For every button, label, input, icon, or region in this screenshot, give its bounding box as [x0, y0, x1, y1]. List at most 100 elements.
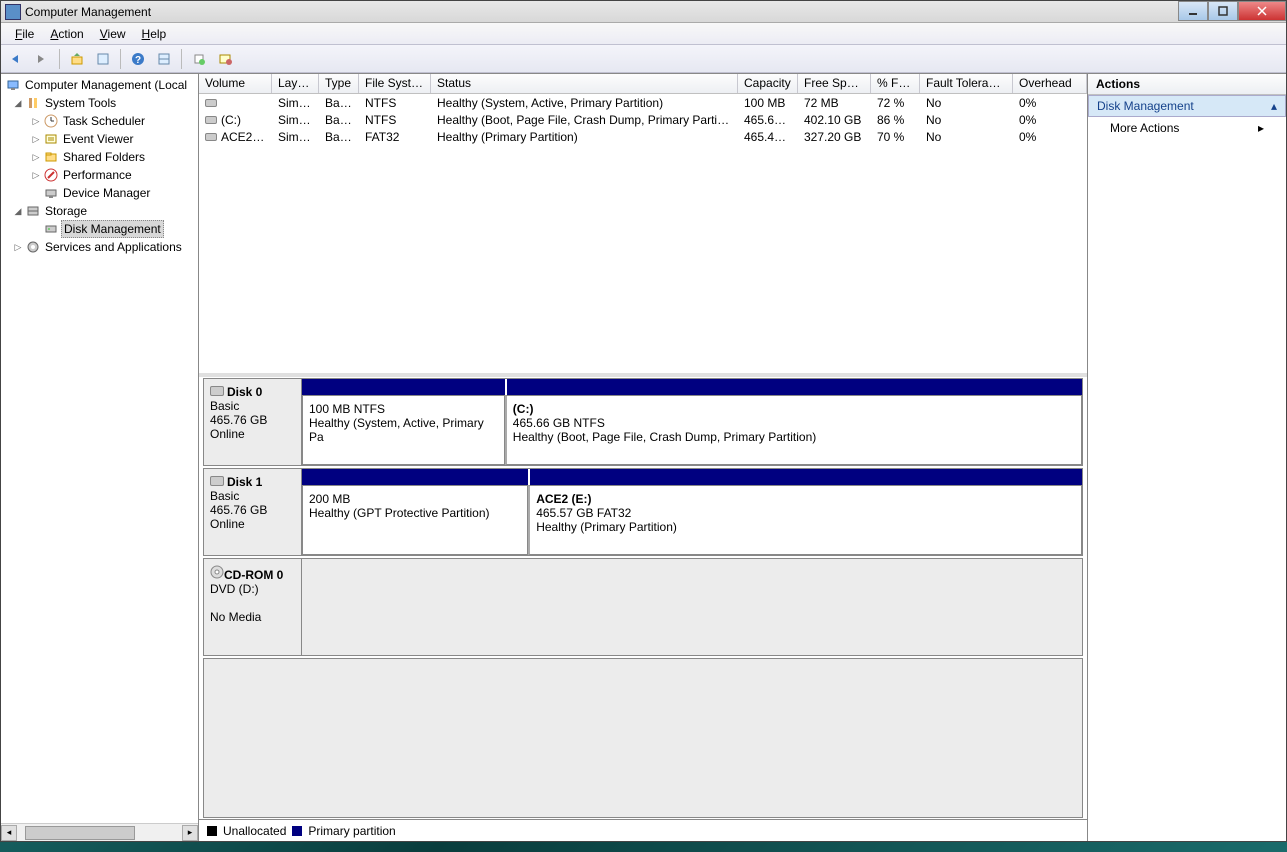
tree-label: Performance — [61, 167, 134, 183]
tree-shared-folders[interactable]: ▷ Shared Folders — [1, 148, 198, 166]
col-freespace[interactable]: Free Space — [798, 74, 871, 93]
back-button[interactable] — [5, 48, 27, 70]
col-overhead[interactable]: Overhead — [1013, 74, 1087, 93]
volume-row[interactable]: (C:) Simple Basic NTFS Healthy (Boot, Pa… — [199, 111, 1087, 128]
partition-desc: 465.57 GB FAT32 — [536, 506, 1075, 520]
tree-root[interactable]: Computer Management (Local — [1, 76, 198, 94]
disk-partitions: 200 MB Healthy (GPT Protective Partition… — [302, 469, 1082, 555]
disk-type: Basic — [210, 399, 295, 413]
menu-action[interactable]: Action — [42, 25, 91, 43]
settings-button[interactable] — [214, 48, 236, 70]
col-filesystem[interactable]: File System — [359, 74, 431, 93]
disk-size: 465.76 GB — [210, 503, 295, 517]
up-button[interactable] — [66, 48, 88, 70]
tree-performance[interactable]: ▷ Performance — [1, 166, 198, 184]
close-button[interactable] — [1238, 1, 1286, 21]
partition-status: Healthy (Primary Partition) — [536, 520, 1075, 534]
cell-status: Healthy (Primary Partition) — [431, 130, 738, 144]
cell-capacity: 100 MB — [738, 96, 798, 110]
cell-type: Basic — [319, 113, 359, 127]
help-button[interactable]: ? — [127, 48, 149, 70]
disk-state: No Media — [210, 610, 295, 624]
volume-icon — [205, 133, 217, 141]
disk-row[interactable]: Disk 0 Basic 465.76 GB Online 100 MB NTF… — [203, 378, 1083, 466]
scroll-right-button[interactable]: ▸ — [182, 825, 198, 841]
expand-icon[interactable]: ▷ — [13, 242, 23, 252]
col-type[interactable]: Type — [319, 74, 359, 93]
app-window: Computer Management File Action View Hel… — [0, 0, 1287, 842]
cell-fs: NTFS — [359, 96, 431, 110]
grid-body[interactable]: Simple Basic NTFS Healthy (System, Activ… — [199, 94, 1087, 373]
col-pctfree[interactable]: % Free — [871, 74, 920, 93]
cell-free: 327.20 GB — [798, 130, 871, 144]
menubar: File Action View Help — [1, 23, 1286, 45]
main-pane: Volume Layout Type File System Status Ca… — [199, 74, 1088, 841]
event-icon — [43, 131, 59, 147]
tree-hscrollbar[interactable]: ◂ ▸ — [1, 823, 198, 841]
partition-box[interactable]: (C:) 465.66 GB NTFS Healthy (Boot, Page … — [505, 395, 1082, 465]
tree-disk-management[interactable]: Disk Management — [1, 220, 198, 238]
toolbar: ? — [1, 45, 1286, 73]
menu-view[interactable]: View — [92, 25, 134, 43]
volume-row[interactable]: ACE2 (E:) Simple Basic FAT32 Healthy (Pr… — [199, 128, 1087, 145]
disk-row[interactable]: Disk 1 Basic 465.76 GB Online 200 MB Hea… — [203, 468, 1083, 556]
cell-fault: No — [920, 96, 1013, 110]
tree-storage[interactable]: ◢ Storage — [1, 202, 198, 220]
app-icon — [5, 4, 21, 20]
refresh-button[interactable] — [188, 48, 210, 70]
tree-device-manager[interactable]: Device Manager — [1, 184, 198, 202]
disk-state: Online — [210, 427, 295, 441]
titlebar[interactable]: Computer Management — [1, 1, 1286, 23]
computer-icon — [5, 77, 21, 93]
properties-button[interactable] — [92, 48, 114, 70]
partition-status: Healthy (GPT Protective Partition) — [309, 506, 521, 520]
minimize-button[interactable] — [1178, 1, 1208, 21]
col-fault[interactable]: Fault Tolerance — [920, 74, 1013, 93]
window-title: Computer Management — [25, 5, 1178, 19]
scroll-thumb[interactable] — [25, 826, 135, 840]
disk-row[interactable]: CD-ROM 0 DVD (D:) No Media — [203, 558, 1083, 656]
collapse-icon[interactable]: ◢ — [13, 206, 23, 216]
volume-row[interactable]: Simple Basic NTFS Healthy (System, Activ… — [199, 94, 1087, 111]
disk-icon — [210, 386, 224, 396]
expand-icon[interactable]: ▷ — [31, 170, 41, 180]
partition-box[interactable]: ACE2 (E:) 465.57 GB FAT32 Healthy (Prima… — [528, 485, 1082, 555]
collapse-icon[interactable]: ◢ — [13, 98, 23, 108]
tree-system-tools[interactable]: ◢ System Tools — [1, 94, 198, 112]
nav-tree[interactable]: Computer Management (Local ◢ System Tool… — [1, 74, 198, 823]
cell-pctfree: 70 % — [871, 130, 920, 144]
cell-volume: (C:) — [221, 113, 241, 127]
scroll-left-button[interactable]: ◂ — [1, 825, 17, 841]
actions-more[interactable]: More Actions ▸ — [1088, 117, 1286, 139]
partition-desc: 465.66 GB NTFS — [513, 416, 1075, 430]
tree-label: Disk Management — [61, 220, 164, 238]
forward-button[interactable] — [31, 48, 53, 70]
partition-box[interactable]: 100 MB NTFS Healthy (System, Active, Pri… — [302, 395, 505, 465]
expand-icon[interactable]: ▷ — [31, 134, 41, 144]
legend: Unallocated Primary partition — [199, 819, 1087, 841]
folder-icon — [43, 149, 59, 165]
disk-empty — [302, 559, 1082, 655]
menu-help[interactable]: Help — [134, 25, 175, 43]
col-volume[interactable]: Volume — [199, 74, 272, 93]
menu-file[interactable]: File — [7, 25, 42, 43]
partition-box[interactable]: 200 MB Healthy (GPT Protective Partition… — [302, 485, 528, 555]
tree-services[interactable]: ▷ Services and Applications — [1, 238, 198, 256]
window-controls — [1178, 2, 1286, 22]
expand-icon[interactable]: ▷ — [31, 152, 41, 162]
cell-layout: Simple — [272, 113, 319, 127]
tree-task-scheduler[interactable]: ▷ Task Scheduler — [1, 112, 198, 130]
cdrom-icon — [210, 565, 224, 582]
grid-header: Volume Layout Type File System Status Ca… — [199, 74, 1087, 94]
maximize-button[interactable] — [1208, 1, 1238, 21]
tree-label: System Tools — [43, 95, 118, 111]
expand-icon[interactable]: ▷ — [31, 116, 41, 126]
col-capacity[interactable]: Capacity — [738, 74, 798, 93]
view-button[interactable] — [153, 48, 175, 70]
tree-event-viewer[interactable]: ▷ Event Viewer — [1, 130, 198, 148]
partition-desc: 100 MB NTFS — [309, 402, 498, 416]
actions-section[interactable]: Disk Management ▴ — [1088, 95, 1286, 117]
actions-pane: Actions Disk Management ▴ More Actions ▸ — [1088, 74, 1286, 841]
col-layout[interactable]: Layout — [272, 74, 319, 93]
col-status[interactable]: Status — [431, 74, 738, 93]
